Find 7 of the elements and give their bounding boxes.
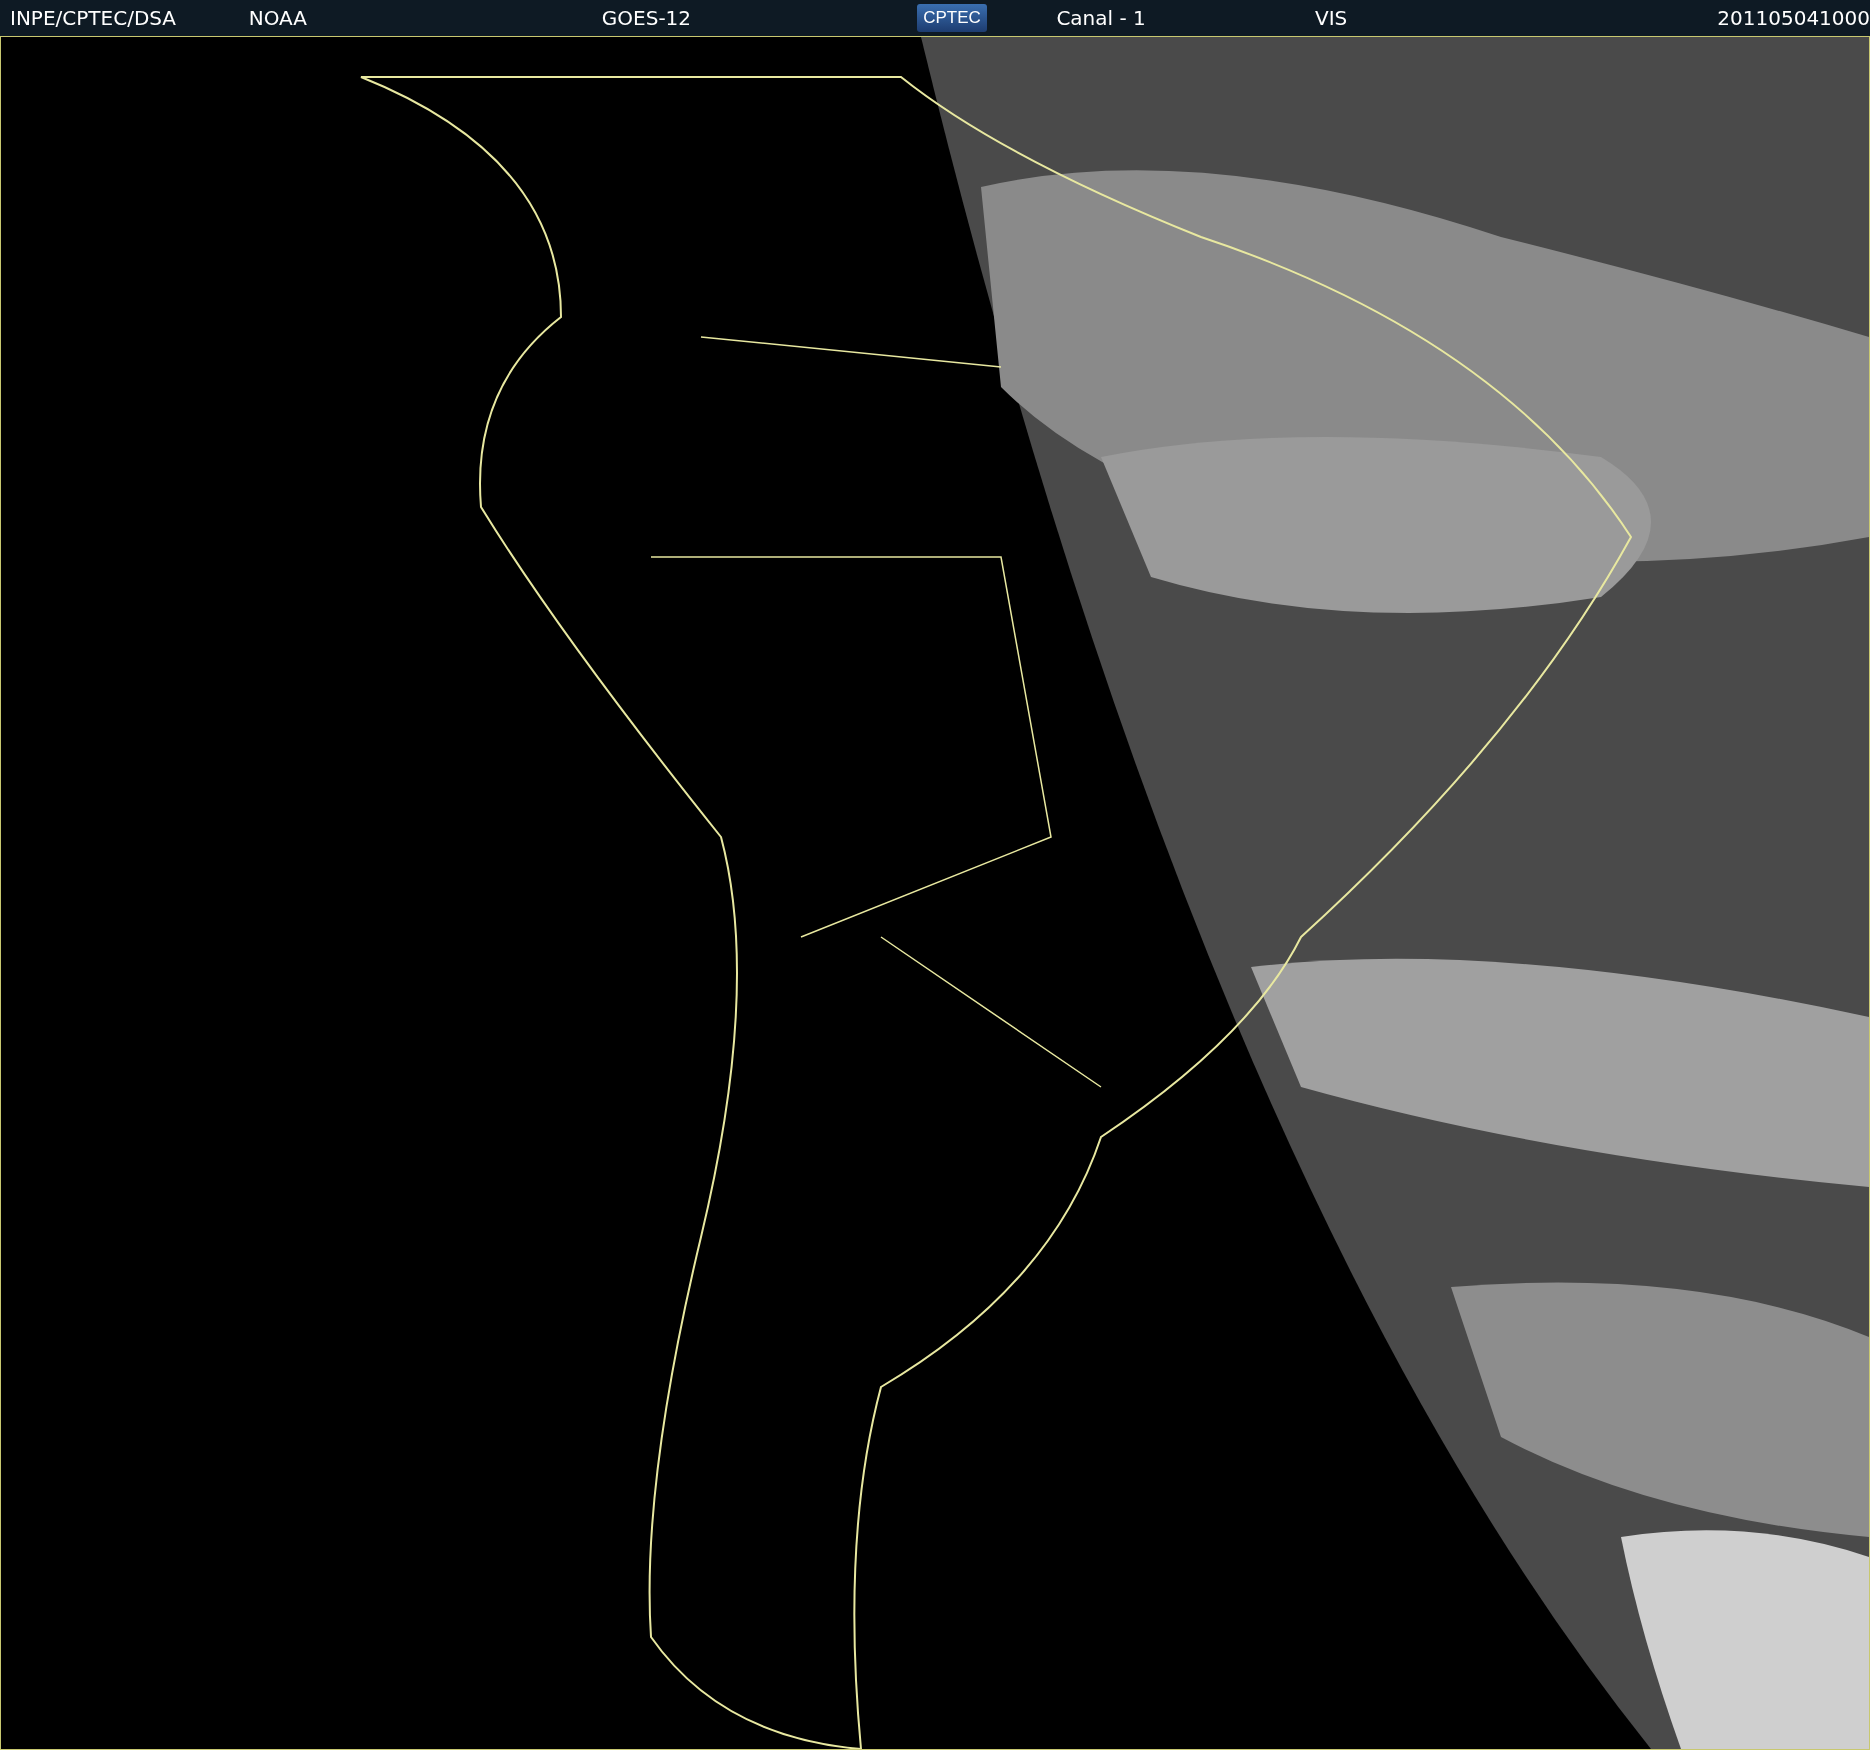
logo: CPTEC bbox=[917, 4, 987, 32]
header-label: NOAA bbox=[248, 6, 307, 30]
header-label: 201105041000 bbox=[1717, 6, 1870, 30]
header-label: VIS bbox=[1315, 6, 1348, 30]
header-label: Canal - 1 bbox=[1056, 6, 1146, 30]
header-label: GOES-12 bbox=[601, 6, 692, 30]
header-label: INPE/CPTEC/DSA bbox=[10, 6, 177, 30]
